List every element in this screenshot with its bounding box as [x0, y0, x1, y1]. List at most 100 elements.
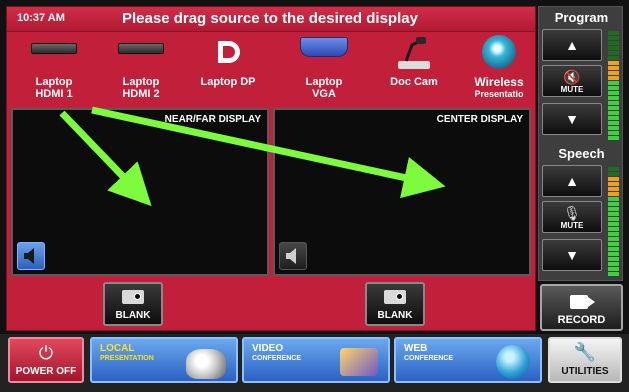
speech-mute-button[interactable]: 🎙 MUTE	[542, 201, 602, 233]
speaker-muted-icon: 🔇	[563, 69, 581, 85]
program-level-meter	[608, 31, 619, 141]
meter-segment	[608, 131, 619, 135]
projector-icon	[122, 290, 144, 304]
meter-segment	[608, 136, 619, 140]
source-laptop-hdmi-2[interactable]: Laptop HDMI 2	[106, 33, 176, 105]
video-conference-button[interactable]: VIDEO CONFERENCE	[242, 337, 390, 383]
meter-segment	[608, 101, 619, 105]
up-arrow-icon: ▲	[565, 37, 579, 53]
meter-segment	[608, 111, 619, 115]
main-panel: 10:37 AM Please drag source to the desir…	[6, 6, 536, 331]
up-arrow-icon: ▲	[565, 173, 579, 189]
hdmi-port-icon	[118, 43, 164, 54]
source-label: Doc Cam	[390, 76, 438, 88]
source-label: Wireless Presentatio	[474, 75, 524, 99]
meter-segment	[608, 71, 619, 75]
volume-panel: Program ▲ 🔇 MUTE ▼ Speech ▲ 🎙 MUTE ▼	[538, 6, 623, 281]
meter-segment	[608, 81, 619, 85]
header-bar: 10:37 AM Please drag source to the desir…	[7, 7, 535, 32]
meter-segment	[608, 96, 619, 100]
program-volume-title: Program	[554, 10, 609, 25]
speech-volume-up-button[interactable]: ▲	[542, 165, 602, 197]
meter-segment	[608, 262, 619, 266]
meter-segment	[608, 202, 619, 206]
meter-segment	[608, 91, 619, 95]
instruction-text: Please drag source to the desired displa…	[122, 10, 418, 27]
meter-segment	[608, 182, 619, 186]
down-arrow-icon: ▼	[565, 247, 579, 263]
meter-segment	[608, 192, 619, 196]
meter-segment	[608, 106, 619, 110]
people-icon	[340, 348, 378, 376]
local-presentation-button[interactable]: LOCAL PRESENTATION	[90, 337, 238, 383]
meter-segment	[608, 212, 619, 216]
displayport-icon	[218, 41, 240, 63]
utilities-button[interactable]: 🔧 UTILITIES	[548, 337, 622, 383]
meter-segment	[608, 187, 619, 191]
source-label: Laptop HDMI 1	[35, 76, 73, 100]
speaker-icon[interactable]	[279, 242, 307, 270]
speaker-icon[interactable]	[17, 242, 45, 270]
meter-segment	[608, 56, 619, 60]
source-laptop-vga[interactable]: Laptop VGA	[289, 33, 359, 105]
hdmi-port-icon	[31, 43, 77, 54]
meter-segment	[608, 272, 619, 276]
meter-segment	[608, 116, 619, 120]
video-camera-icon	[570, 295, 588, 309]
touch-panel: 10:37 AM Please drag source to the desir…	[0, 0, 629, 392]
meter-segment	[608, 197, 619, 201]
source-doc-cam[interactable]: Doc Cam	[379, 33, 449, 105]
projector-icon	[384, 290, 406, 304]
meter-segment	[608, 227, 619, 231]
meter-segment	[608, 61, 619, 65]
source-list: Laptop HDMI 1 Laptop HDMI 2 Laptop DP La…	[7, 33, 535, 105]
meter-segment	[608, 207, 619, 211]
meter-segment	[608, 172, 619, 176]
record-button[interactable]: RECORD	[540, 284, 623, 331]
meter-segment	[608, 257, 619, 261]
meter-segment	[608, 267, 619, 271]
display-near-far[interactable]: NEAR/FAR DISPLAY	[11, 108, 269, 276]
meter-segment	[608, 66, 619, 70]
program-mute-button[interactable]: 🔇 MUTE	[542, 65, 602, 97]
display-title: CENTER DISPLAY	[436, 114, 523, 125]
source-laptop-dp[interactable]: Laptop DP	[193, 33, 263, 105]
down-arrow-icon: ▼	[565, 111, 579, 127]
source-label: Laptop VGA	[305, 76, 343, 100]
speech-level-meter	[608, 167, 619, 277]
source-label: Laptop DP	[200, 76, 256, 88]
display-center[interactable]: CENTER DISPLAY	[273, 108, 531, 276]
meter-segment	[608, 237, 619, 241]
web-conference-button[interactable]: WEB CONFERENCE	[394, 337, 542, 383]
meter-segment	[608, 217, 619, 221]
meter-segment	[608, 247, 619, 251]
power-icon: ⏻	[38, 343, 54, 363]
meter-segment	[608, 232, 619, 236]
blank-button-near-far[interactable]: BLANK	[103, 282, 163, 326]
globe-icon	[496, 345, 530, 379]
meter-segment	[608, 31, 619, 35]
meter-segment	[608, 222, 619, 226]
wireless-presentation-icon	[482, 35, 516, 69]
wrench-icon: 🔧	[573, 342, 597, 362]
source-laptop-hdmi-1[interactable]: Laptop HDMI 1	[19, 33, 89, 105]
meter-segment	[608, 242, 619, 246]
meter-segment	[608, 167, 619, 171]
meter-segment	[608, 51, 619, 55]
program-volume-down-button[interactable]: ▼	[542, 103, 602, 135]
speech-volume-down-button[interactable]: ▼	[542, 239, 602, 271]
meter-segment	[608, 46, 619, 50]
power-off-button[interactable]: ⏻ POWER OFF	[8, 337, 84, 383]
meter-segment	[608, 121, 619, 125]
document-camera-icon	[398, 37, 430, 69]
source-label: Laptop HDMI 2	[122, 76, 160, 100]
source-wireless-presentation[interactable]: Wireless Presentatio	[464, 33, 534, 105]
meter-segment	[608, 76, 619, 80]
program-volume-up-button[interactable]: ▲	[542, 29, 602, 61]
meter-segment	[608, 41, 619, 45]
meter-segment	[608, 177, 619, 181]
vga-port-icon	[300, 37, 348, 57]
blank-button-center[interactable]: BLANK	[365, 282, 425, 326]
meter-segment	[608, 86, 619, 90]
meter-segment	[608, 252, 619, 256]
